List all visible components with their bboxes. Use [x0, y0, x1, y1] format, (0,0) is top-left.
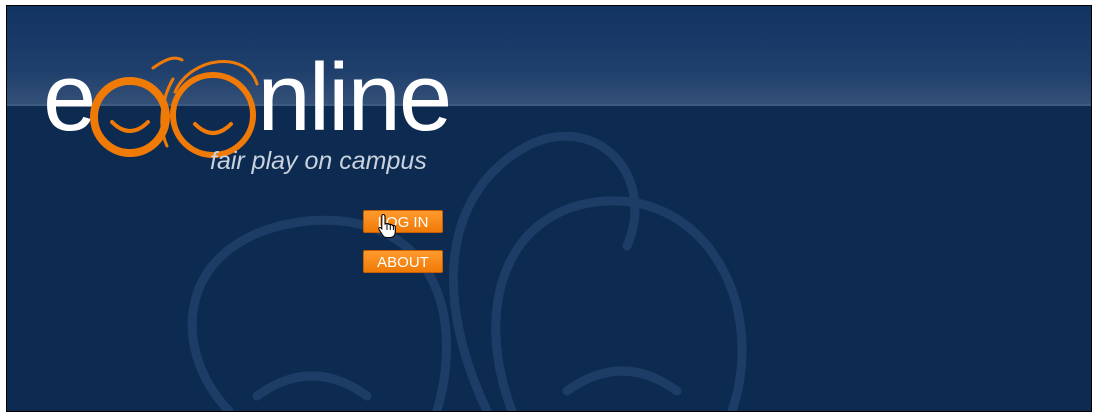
- page-frame: e nline fair play on campus LOG IN ABOUT: [6, 5, 1092, 412]
- about-button[interactable]: ABOUT: [363, 250, 443, 273]
- hand-pointer-icon: [378, 213, 396, 239]
- eoo-online-logo: e nline fair play on campus: [7, 6, 467, 196]
- logo-tagline: fair play on campus: [210, 147, 427, 175]
- login-button[interactable]: LOG IN: [363, 210, 443, 233]
